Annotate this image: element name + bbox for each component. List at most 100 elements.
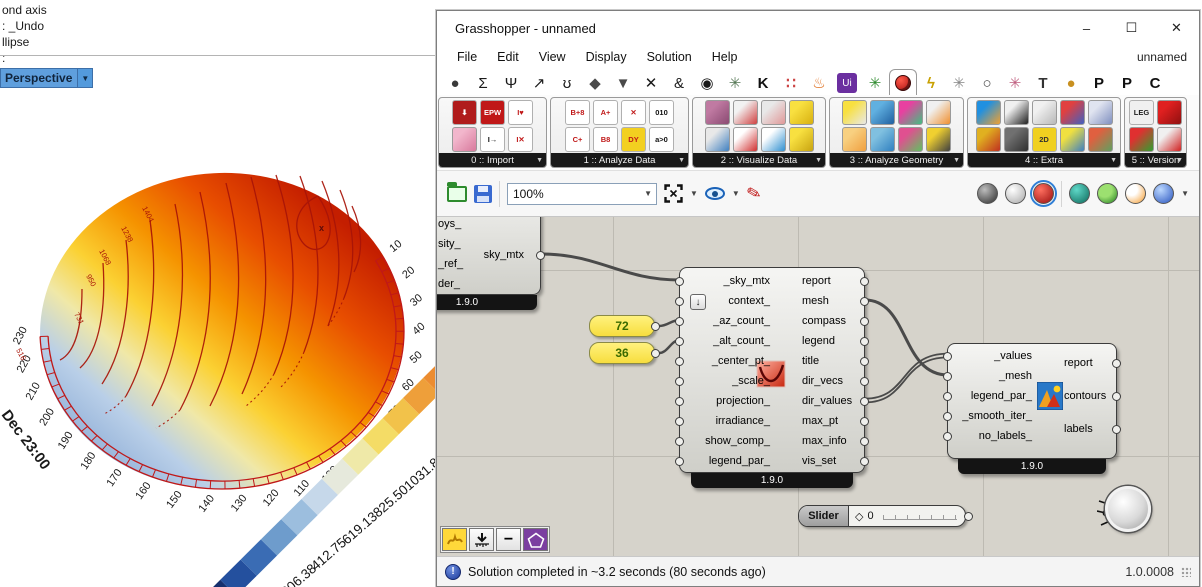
- tab-mesh[interactable]: ▼: [609, 71, 637, 95]
- tab-ladybug[interactable]: [889, 69, 917, 95]
- chevron-down-icon[interactable]: ▼: [953, 157, 960, 164]
- input-nub[interactable]: [943, 392, 952, 401]
- preview-eye-icon[interactable]: [705, 187, 725, 200]
- tab-plugin-hb[interactable]: ○: [973, 71, 1001, 95]
- chevron-down-icon[interactable]: ▼: [815, 157, 822, 164]
- tab-plugin-hatch[interactable]: ●: [1057, 71, 1085, 95]
- green-gem-icon[interactable]: [1097, 183, 1118, 204]
- chevron-down-icon[interactable]: ▼: [77, 69, 92, 87]
- input-nub[interactable]: [943, 372, 952, 381]
- slider-track[interactable]: ◇ 0: [849, 506, 965, 526]
- input-nub[interactable]: [943, 412, 952, 421]
- orange-sun-icon[interactable]: [842, 127, 867, 152]
- surface-chart-icon[interactable]: [705, 100, 730, 125]
- ladybug-leg-icon[interactable]: LEG: [1129, 100, 1154, 125]
- chevron-down-icon[interactable]: ▼: [1181, 189, 1189, 198]
- gradient-square-icon[interactable]: [976, 100, 1001, 125]
- tab-display[interactable]: ◉: [693, 71, 721, 95]
- sketch-quill-icon[interactable]: ✎: [744, 182, 763, 205]
- blue-fan-icon[interactable]: [870, 127, 895, 152]
- tab-vector[interactable]: ↗: [525, 71, 553, 95]
- output-nub[interactable]: [1112, 392, 1121, 401]
- output-nub[interactable]: [1112, 425, 1121, 434]
- deconstruct-data-icon[interactable]: DY: [621, 127, 646, 152]
- align-ruler-button[interactable]: [469, 528, 494, 551]
- eye-colorful-icon[interactable]: [898, 127, 923, 152]
- menu-edit[interactable]: Edit: [487, 47, 529, 67]
- conditional-icon[interactable]: a>0: [649, 127, 674, 152]
- input-nub[interactable]: [675, 277, 684, 286]
- palette-label[interactable]: 2 :: Visualize Data▼: [693, 153, 825, 167]
- az-count-capsule[interactable]: 72: [589, 315, 655, 337]
- number-slider-component[interactable]: Slider ◇ 0: [798, 505, 966, 527]
- output-nub[interactable]: [860, 277, 869, 286]
- red-target-icon[interactable]: [1157, 127, 1182, 152]
- line-chart-icon[interactable]: [733, 100, 758, 125]
- zoom-combobox[interactable]: 100% ▼: [507, 183, 657, 205]
- dots-grid-icon[interactable]: [1004, 127, 1029, 152]
- blue-kite-icon[interactable]: [870, 100, 895, 125]
- palette-label[interactable]: 3 :: Analyze Geometry▼: [830, 153, 963, 167]
- output-nub[interactable]: [860, 297, 869, 306]
- chevron-down-icon[interactable]: ▼: [732, 189, 740, 198]
- open-file-icon[interactable]: [447, 186, 467, 202]
- tab-plugin-green-bug[interactable]: ✳: [861, 71, 889, 95]
- output-nub[interactable]: [860, 317, 869, 326]
- mass-arithmetic-icon[interactable]: ✕: [621, 100, 646, 125]
- output-nub[interactable]: [860, 437, 869, 446]
- pie-yellow-icon[interactable]: [789, 100, 814, 125]
- tab-plugin-spider[interactable]: ✳: [1001, 71, 1029, 95]
- chevron-down-icon[interactable]: ▼: [1110, 157, 1117, 164]
- tab-plugin-ui[interactable]: Ui: [837, 73, 857, 93]
- chevron-down-icon[interactable]: ▼: [536, 157, 543, 164]
- average-data-icon[interactable]: A+: [593, 100, 618, 125]
- import-stat-icon[interactable]: I→: [480, 127, 505, 152]
- apply-period-icon[interactable]: C+: [565, 127, 590, 152]
- canvas-nav-ball[interactable]: [1105, 486, 1151, 532]
- input-nub[interactable]: [675, 377, 684, 386]
- capsule-output-nub[interactable]: [651, 349, 660, 358]
- bw-switch-icon[interactable]: [1004, 100, 1029, 125]
- palette-label[interactable]: 4 :: Extra▼: [968, 153, 1120, 167]
- tab-p2[interactable]: P: [1113, 71, 1141, 95]
- import-epw-icon[interactable]: EPW: [480, 100, 505, 125]
- orange-gem-icon[interactable]: [1125, 183, 1146, 204]
- input-nub[interactable]: [675, 337, 684, 346]
- chevron-down-icon[interactable]: ▼: [1176, 157, 1183, 164]
- import-noaa-icon[interactable]: I✕: [508, 127, 533, 152]
- arc-person-icon[interactable]: [926, 100, 951, 125]
- gumball-gem-icon[interactable]: [1069, 183, 1090, 204]
- slider-handle-icon[interactable]: ◇: [855, 510, 863, 523]
- tab-transform[interactable]: &: [665, 71, 693, 95]
- input-nub[interactable]: [675, 357, 684, 366]
- pie-yellow2-icon[interactable]: [789, 127, 814, 152]
- output-nub[interactable]: [536, 251, 545, 260]
- palette-label[interactable]: 1 :: Analyze Data▼: [551, 153, 688, 167]
- fly-mountain-icon[interactable]: [976, 127, 1001, 152]
- preview-wire-gem-icon[interactable]: [1005, 183, 1026, 204]
- output-nub[interactable]: [860, 377, 869, 386]
- viewport-tab-perspective[interactable]: Perspective ▼: [0, 68, 93, 88]
- tab-surface[interactable]: ◆: [581, 71, 609, 95]
- capsule-output-nub[interactable]: [651, 322, 660, 331]
- tab-plugin-flame[interactable]: ♨: [805, 71, 833, 95]
- import-loc-icon[interactable]: I♥: [508, 100, 533, 125]
- output-nub[interactable]: [1112, 359, 1121, 368]
- clipboard-icon[interactable]: [1088, 100, 1113, 125]
- bar-chart-icon[interactable]: [705, 127, 730, 152]
- color-grid-icon[interactable]: [1088, 127, 1113, 152]
- maximize-button[interactable]: ☐: [1109, 11, 1154, 45]
- tab-c[interactable]: C: [1141, 71, 1169, 95]
- flag-chart-icon[interactable]: [1060, 127, 1085, 152]
- input-nub[interactable]: [943, 432, 952, 441]
- component-sky-matrix[interactable]: oys_sity__ref_der_sky_mtx: [437, 217, 541, 295]
- menu-view[interactable]: View: [529, 47, 576, 67]
- tab-kangaroo[interactable]: K: [749, 71, 777, 95]
- slider-output-nub[interactable]: [964, 512, 973, 521]
- input-nub[interactable]: [675, 317, 684, 326]
- component-mesh-contours[interactable]: _values_meshlegend_par__smooth_iter_no_l…: [947, 343, 1117, 459]
- convert-data-icon[interactable]: B8: [593, 127, 618, 152]
- alt-count-capsule[interactable]: 36: [589, 342, 655, 364]
- output-nub[interactable]: [860, 457, 869, 466]
- tab-curve[interactable]: ʊ: [553, 71, 581, 95]
